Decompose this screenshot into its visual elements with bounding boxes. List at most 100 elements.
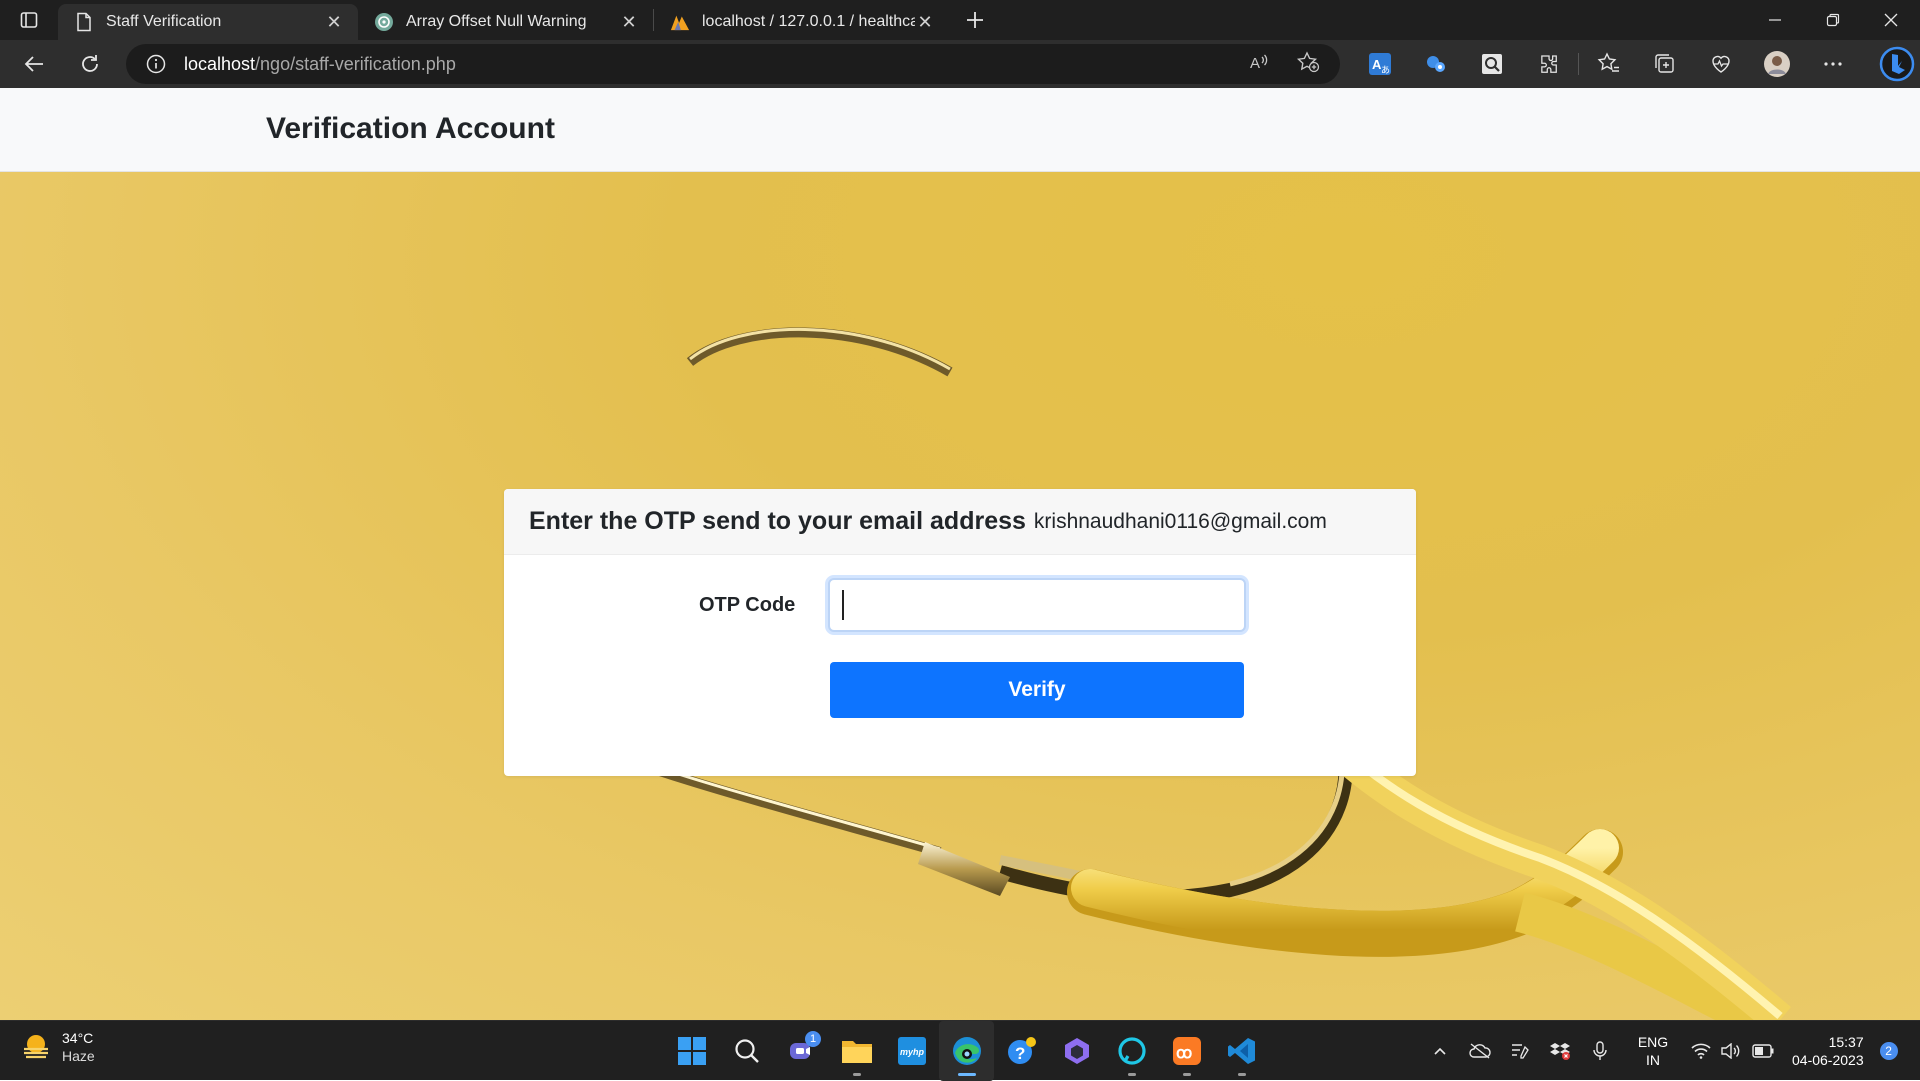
running-indicator xyxy=(1237,1073,1246,1076)
tab-title: Staff Verification xyxy=(106,13,222,30)
visual-search-button[interactable] xyxy=(1464,44,1520,84)
tab-close-icon[interactable]: ✕ xyxy=(915,12,935,32)
otp-instruction: Enter the OTP send to your email address xyxy=(529,507,1026,535)
close-window-button[interactable] xyxy=(1862,0,1920,40)
alexa-icon xyxy=(1117,1037,1146,1065)
help-icon: ? xyxy=(1007,1037,1036,1064)
otp-card: Enter the OTP send to your email address… xyxy=(504,489,1416,776)
tab-array-offset[interactable]: Array Offset Null Warning ✕ xyxy=(358,4,653,40)
url-host: localhost xyxy=(184,53,256,74)
dropbox-button[interactable] xyxy=(1540,1021,1580,1081)
new-tab-button[interactable] xyxy=(955,0,995,40)
battery-icon xyxy=(1752,1044,1774,1058)
active-indicator xyxy=(957,1073,976,1076)
tab-close-icon[interactable]: ✕ xyxy=(324,12,344,32)
browser-tab-bar: Staff Verification ✕ Array Offset Null W… xyxy=(0,0,1920,40)
back-button[interactable] xyxy=(10,44,58,84)
file-explorer-button[interactable] xyxy=(829,1021,884,1081)
pen-menu-icon xyxy=(1512,1044,1529,1059)
minimize-button[interactable] xyxy=(1746,0,1804,40)
volume-button[interactable] xyxy=(1716,1021,1746,1081)
profile-button[interactable] xyxy=(1749,44,1805,84)
tab-phpmyadmin[interactable]: localhost / 127.0.0.1 / healthcare ✕ xyxy=(654,4,949,40)
extension-button[interactable] xyxy=(1408,44,1464,84)
search-button[interactable] xyxy=(719,1021,774,1081)
tab-actions-button[interactable] xyxy=(0,0,58,40)
card-header: Enter the OTP send to your email address… xyxy=(504,489,1416,555)
copilot-button[interactable] xyxy=(1049,1021,1104,1081)
teams-badge: 1 xyxy=(805,1031,821,1047)
verify-button[interactable]: Verify xyxy=(830,662,1244,718)
restore-button[interactable] xyxy=(1804,0,1862,40)
refresh-icon xyxy=(82,55,98,72)
stylus-button[interactable] xyxy=(1500,1021,1540,1081)
folder-icon xyxy=(841,1041,872,1063)
add-favorite-icon[interactable] xyxy=(1296,50,1320,78)
windows-taskbar: 34°C Haze 1 myhp ? ꝏ ENG IN 15:37 04-06-… xyxy=(0,1020,1920,1081)
site-info-icon[interactable] xyxy=(136,54,176,74)
weather-widget[interactable]: 34°C Haze xyxy=(20,1029,95,1065)
phpmyadmin-icon xyxy=(670,12,690,32)
minimize-icon xyxy=(1769,19,1781,21)
search-icon xyxy=(734,1039,759,1063)
clock-time: 15:37 xyxy=(1828,1034,1864,1050)
teams-chat-button[interactable]: 1 xyxy=(774,1021,829,1081)
page-title: Verification Account xyxy=(266,112,555,145)
alexa-button[interactable] xyxy=(1104,1021,1159,1081)
browser-extensions: Aあ xyxy=(1352,44,1920,84)
show-hidden-icons-button[interactable] xyxy=(1420,1021,1460,1081)
collections-button[interactable] xyxy=(1637,44,1693,84)
more-menu-button[interactable] xyxy=(1805,44,1861,84)
extensions-button[interactable] xyxy=(1520,44,1576,84)
read-aloud-icon[interactable]: A xyxy=(1248,51,1270,78)
tab-staff-verification[interactable]: Staff Verification ✕ xyxy=(58,4,358,40)
page-icon xyxy=(74,12,94,32)
myhp-icon: myhp xyxy=(897,1037,926,1065)
system-tray: ENG IN 15:37 04-06-2023 2 xyxy=(1420,1021,1898,1081)
start-button[interactable] xyxy=(664,1021,719,1081)
address-bar[interactable]: localhost/ngo/staff-verification.php A xyxy=(126,44,1340,84)
hero-background: Enter the OTP send to your email address… xyxy=(0,172,1920,1020)
collections-icon xyxy=(1655,54,1674,73)
translate-icon: Aあ xyxy=(1369,53,1391,75)
get-help-button[interactable]: ? xyxy=(994,1021,1049,1081)
battery-button[interactable] xyxy=(1746,1021,1780,1081)
shopping-extension-icon xyxy=(1427,56,1445,72)
region-code: IN xyxy=(1646,1052,1660,1068)
wifi-button[interactable] xyxy=(1686,1021,1716,1081)
tab-title: Array Offset Null Warning xyxy=(406,13,587,30)
bing-chat-button[interactable] xyxy=(1869,44,1920,84)
notification-badge[interactable]: 2 xyxy=(1879,1042,1898,1060)
xampp-button[interactable]: ꝏ xyxy=(1159,1021,1214,1081)
restore-icon xyxy=(1826,13,1840,27)
onedrive-button[interactable] xyxy=(1460,1021,1500,1081)
otp-form-row: OTP Code xyxy=(504,578,1416,632)
refresh-button[interactable] xyxy=(66,44,114,84)
windows-start-icon xyxy=(677,1037,706,1065)
toolbar-divider xyxy=(1578,53,1579,75)
copilot-icon xyxy=(1064,1038,1089,1064)
svg-text:A: A xyxy=(1250,55,1260,72)
microphone-button[interactable] xyxy=(1580,1021,1620,1081)
tab-close-icon[interactable]: ✕ xyxy=(619,12,639,32)
chevron-up-icon xyxy=(1434,1047,1446,1055)
otp-input[interactable] xyxy=(828,578,1246,632)
close-icon xyxy=(1884,13,1898,27)
browser-essentials-button[interactable] xyxy=(1693,44,1749,84)
translate-button[interactable]: Aあ xyxy=(1352,44,1408,84)
wifi-icon xyxy=(1691,1043,1711,1059)
text-cursor xyxy=(842,590,844,620)
url-path: /ngo/staff-verification.php xyxy=(255,53,456,74)
vscode-icon xyxy=(1227,1038,1255,1064)
language-indicator[interactable]: ENG IN xyxy=(1628,1033,1678,1069)
address-toolbar: localhost/ngo/staff-verification.php A A… xyxy=(0,40,1920,88)
edge-button[interactable] xyxy=(939,1021,994,1081)
favorites-button[interactable] xyxy=(1581,44,1637,84)
heart-pulse-icon xyxy=(1712,55,1730,73)
vscode-button[interactable] xyxy=(1214,1021,1269,1081)
tab-title: localhost / 127.0.0.1 / healthcare xyxy=(702,13,915,30)
web-page: Verification Account Enter the OTP send … xyxy=(0,88,1920,1020)
more-icon xyxy=(1824,62,1842,66)
myhp-button[interactable]: myhp xyxy=(884,1021,939,1081)
clock[interactable]: 15:37 04-06-2023 xyxy=(1792,1033,1864,1069)
